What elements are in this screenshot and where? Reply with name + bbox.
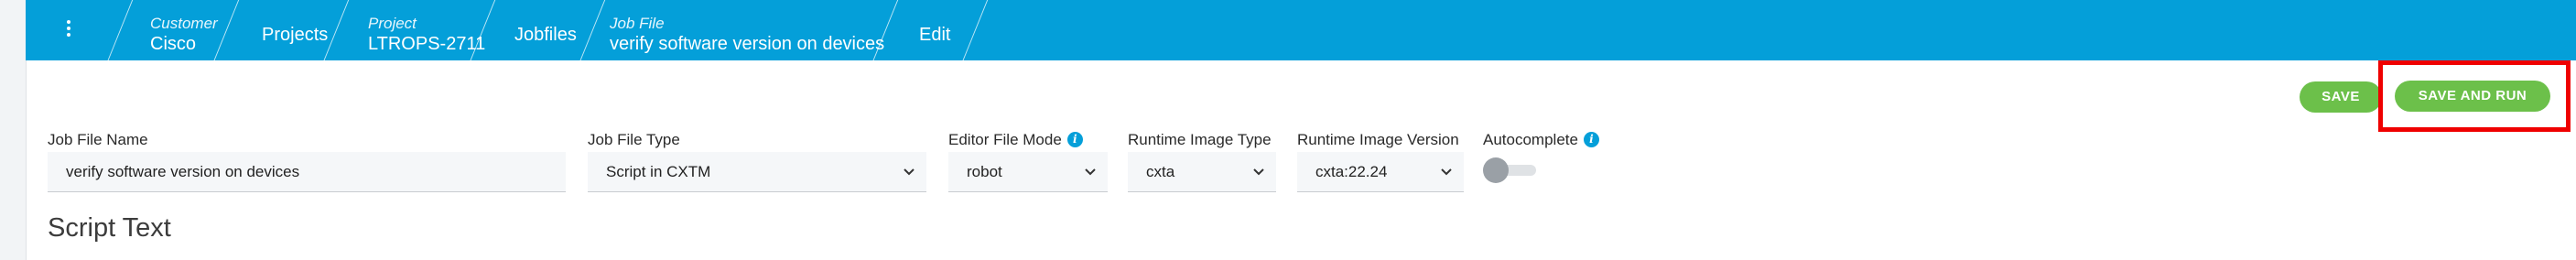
breadcrumb-customer-caption: Customer: [150, 15, 218, 32]
info-icon[interactable]: i: [1066, 132, 1083, 147]
job-file-type-select[interactable]: Script in CXTM: [588, 152, 926, 192]
chevron-down-icon: [1441, 168, 1452, 176]
save-and-run-highlight-box: [2378, 60, 2571, 132]
runtime-image-version-value: cxta:22.24: [1315, 163, 1388, 180]
autocomplete-toggle-knob: [1483, 157, 1509, 183]
breadcrumb-projects-label: Projects: [262, 25, 329, 45]
kebab-menu-icon[interactable]: [64, 20, 73, 40]
left-sidebar-strip: [0, 0, 27, 260]
runtime-image-type-label: Runtime Image Type: [1128, 131, 1272, 148]
breadcrumb-edit[interactable]: Edit: [893, 0, 989, 64]
breadcrumb-project-caption: Project: [368, 15, 417, 32]
job-file-name-value: verify software version on devices: [66, 163, 300, 180]
autocomplete-label: Autocomplete i: [1483, 131, 1599, 149]
chevron-down-icon: [1253, 168, 1264, 176]
breadcrumb-edit-label: Edit: [919, 25, 951, 45]
script-text-heading: Script Text: [48, 213, 171, 243]
job-file-type-value: Script in CXTM: [606, 163, 711, 180]
runtime-image-version-label: Runtime Image Version: [1297, 131, 1459, 148]
info-icon[interactable]: i: [1583, 132, 1599, 147]
top-navigation-bar: Customer Cisco Projects Project LTROPS-2…: [26, 0, 2576, 64]
job-file-type-label: Job File Type: [588, 131, 680, 148]
autocomplete-label-text: Autocomplete: [1483, 131, 1578, 148]
breadcrumb-menu-separator: [92, 0, 134, 64]
autocomplete-toggle[interactable]: [1483, 157, 1538, 183]
breadcrumb-jobfile-value: verify software version on devices: [610, 34, 885, 54]
chevron-down-icon: [904, 168, 915, 176]
job-file-name-input[interactable]: verify software version on devices: [48, 152, 566, 192]
editor-file-mode-value: robot: [967, 163, 1002, 180]
editor-file-mode-label: Editor File Mode i: [948, 131, 1083, 149]
editor-file-mode-select[interactable]: robot: [948, 152, 1108, 192]
runtime-image-version-select[interactable]: cxta:22.24: [1297, 152, 1464, 192]
job-file-name-label: Job File Name: [48, 131, 148, 148]
runtime-image-type-value: cxta: [1146, 163, 1175, 180]
chevron-down-icon: [1085, 168, 1096, 176]
save-button[interactable]: SAVE: [2300, 81, 2382, 113]
breadcrumb-jobfile-caption: Job File: [610, 15, 665, 32]
breadcrumb-project[interactable]: Project LTROPS-2711: [344, 0, 496, 64]
breadcrumb-project-value: LTROPS-2711: [368, 34, 486, 54]
breadcrumb-jobfile[interactable]: Job File verify software version on devi…: [601, 0, 899, 64]
runtime-image-type-select[interactable]: cxta: [1128, 152, 1276, 192]
breadcrumb-jobfiles[interactable]: Jobfiles: [491, 0, 606, 64]
editor-file-mode-label-text: Editor File Mode: [948, 131, 1062, 148]
breadcrumb-customer[interactable]: Customer Cisco: [128, 0, 240, 64]
breadcrumb-projects[interactable]: Projects: [234, 0, 350, 64]
breadcrumb-jobfiles-label: Jobfiles: [514, 25, 577, 45]
breadcrumb-customer-value: Cisco: [150, 34, 197, 54]
